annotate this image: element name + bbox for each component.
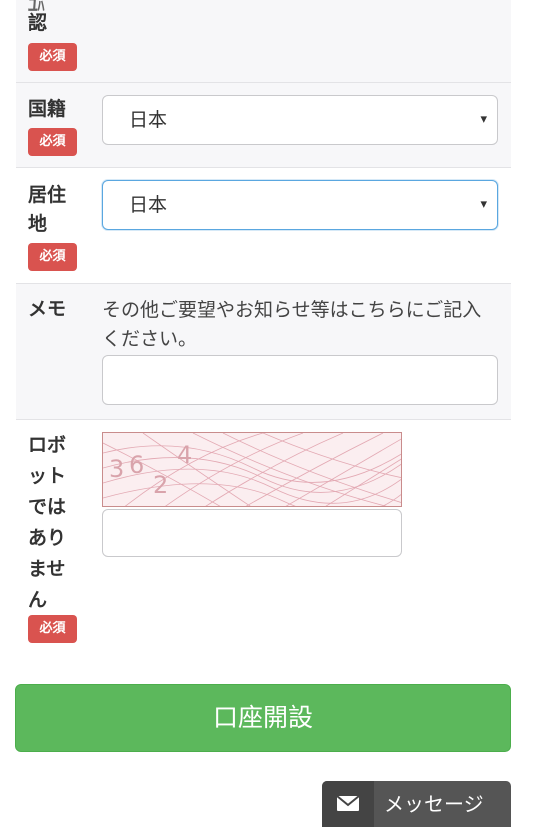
envelope-glyph xyxy=(336,795,360,811)
envelope-icon xyxy=(322,781,374,827)
captcha-noise xyxy=(103,433,401,506)
required-badge: 必須 xyxy=(28,615,77,643)
nationality-value: 日本 xyxy=(129,109,168,131)
message-button-label: メッセージ xyxy=(384,792,484,816)
required-badge: 必須 xyxy=(28,128,77,156)
robot-label-line: ん xyxy=(28,589,48,611)
captcha-char: 4 xyxy=(177,441,193,469)
robot-label-line: ット xyxy=(28,465,67,487)
captcha-char: 3 xyxy=(109,455,125,483)
residence-label-line2: 地 xyxy=(28,213,48,235)
captcha-char: 2 xyxy=(153,471,169,499)
robot-label-line: あり xyxy=(28,527,67,549)
confirm-label: 認 xyxy=(28,12,48,34)
robot-label-line: では xyxy=(28,496,67,518)
nationality-label: 国籍 xyxy=(28,98,67,120)
required-badge: 必須 xyxy=(28,43,77,71)
memo-input[interactable] xyxy=(102,355,498,405)
message-button[interactable]: メッセージ xyxy=(322,781,511,827)
captcha-input[interactable] xyxy=(102,509,402,557)
robot-label-line: ロボ xyxy=(28,434,67,456)
open-account-button[interactable]: 口座開設 xyxy=(15,684,511,752)
nationality-select[interactable]: 日本 ▾ xyxy=(102,95,498,145)
residence-value: 日本 xyxy=(129,194,168,216)
confirm-row xyxy=(16,0,511,82)
memo-label: メモ xyxy=(28,298,67,320)
robot-label-line: ませ xyxy=(28,558,66,580)
residence-select[interactable]: 日本 ▾ xyxy=(102,180,498,230)
chevron-down-icon: ▾ xyxy=(480,112,487,127)
memo-hint: その他ご要望やお知らせ等はこちらにご記入ください。 xyxy=(102,299,482,350)
divider xyxy=(16,419,511,420)
captcha-image: 3 6 2 4 xyxy=(102,432,402,507)
required-badge: 必須 xyxy=(28,243,77,271)
chevron-down-icon: ▾ xyxy=(480,197,487,212)
captcha-char: 6 xyxy=(129,451,145,479)
residence-label-line1: 居住 xyxy=(28,184,67,206)
